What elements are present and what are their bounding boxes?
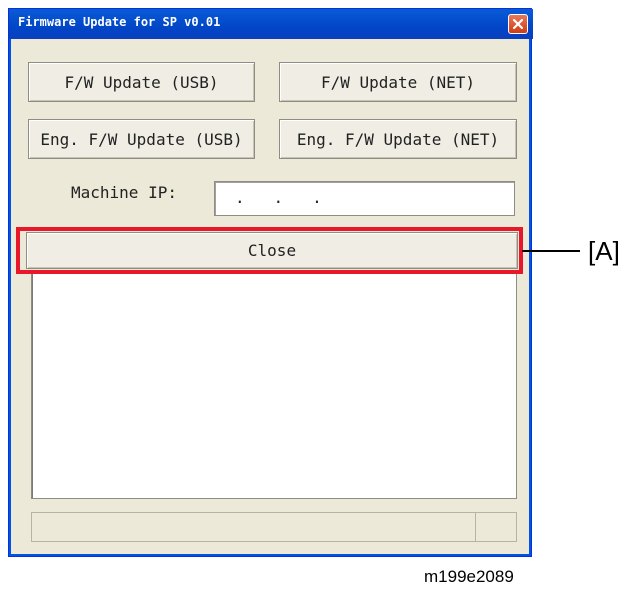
eng-fw-update-net-button[interactable]: Eng. F/W Update (NET)	[279, 119, 517, 159]
machine-ip-field[interactable]: . . .	[214, 181, 515, 216]
callout-leader-line	[522, 250, 580, 252]
callout-label: [A]	[588, 236, 620, 266]
machine-ip-label: Machine IP:	[71, 183, 177, 202]
fw-update-usb-button[interactable]: F/W Update (USB)	[28, 62, 255, 102]
figure: Firmware Update for SP v0.01 F/W Update …	[0, 0, 627, 589]
eng-fw-update-usb-button[interactable]: Eng. F/W Update (USB)	[28, 119, 255, 159]
close-button[interactable]: Close	[26, 232, 518, 269]
status-bar-divider	[475, 513, 476, 541]
status-bar	[31, 512, 517, 542]
close-x-icon[interactable]	[508, 14, 528, 34]
log-output-area[interactable]	[31, 272, 517, 499]
firmware-update-window: Firmware Update for SP v0.01 F/W Update …	[8, 8, 533, 557]
fw-update-net-button[interactable]: F/W Update (NET)	[279, 62, 517, 102]
title-bar: Firmware Update for SP v0.01	[9, 9, 533, 39]
figure-id: m199e2089	[424, 567, 514, 586]
window-title: Firmware Update for SP v0.01	[18, 15, 221, 29]
